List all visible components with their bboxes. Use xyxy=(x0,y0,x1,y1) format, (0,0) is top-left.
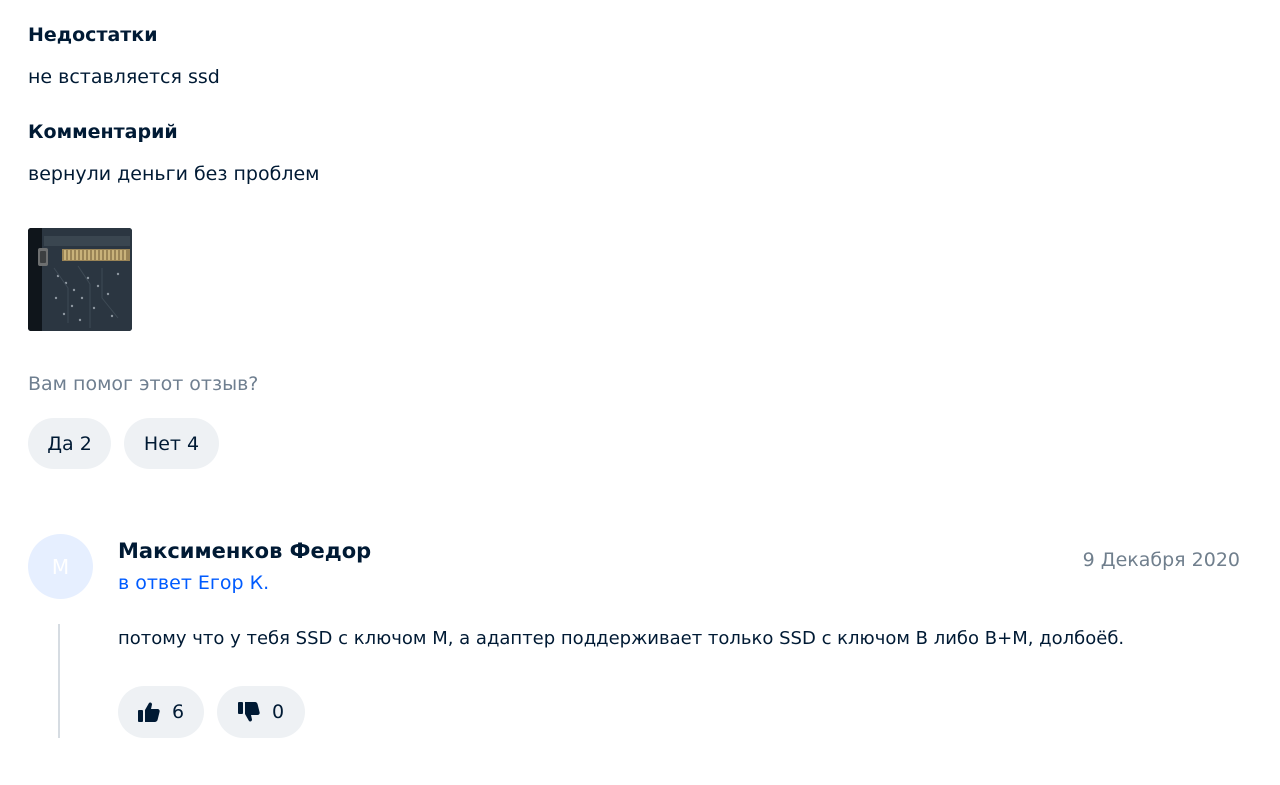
review-photo-thumbnail[interactable] xyxy=(28,228,132,331)
thumbs-up-icon xyxy=(137,702,160,722)
reply-to-link[interactable]: в ответ Егор К. xyxy=(118,572,269,594)
like-count: 6 xyxy=(171,701,185,723)
helpful-yes-button[interactable]: Да 2 xyxy=(28,418,111,469)
cons-title: Недостатки xyxy=(28,24,158,46)
avatar: М xyxy=(28,534,93,599)
reply-date: 9 Декабря 2020 xyxy=(1082,549,1240,571)
reply-text: потому что у тебя SSD с ключом M, а адап… xyxy=(118,628,1125,649)
comment-title: Комментарий xyxy=(28,121,178,143)
thread-line xyxy=(58,624,60,738)
dislike-count: 0 xyxy=(271,701,285,723)
dislike-button[interactable]: 0 xyxy=(217,686,305,738)
cons-text: не вставляется ssd xyxy=(28,66,220,88)
helpful-question: Вам помог этот отзыв? xyxy=(28,373,259,395)
ssd-photo-image xyxy=(28,228,132,331)
like-button[interactable]: 6 xyxy=(118,686,204,738)
helpful-no-button[interactable]: Нет 4 xyxy=(124,418,219,469)
comment-text: вернули деньги без проблем xyxy=(28,163,320,185)
reply-author-name: Максименков Федор xyxy=(118,539,372,563)
thumbs-down-icon xyxy=(237,702,260,722)
